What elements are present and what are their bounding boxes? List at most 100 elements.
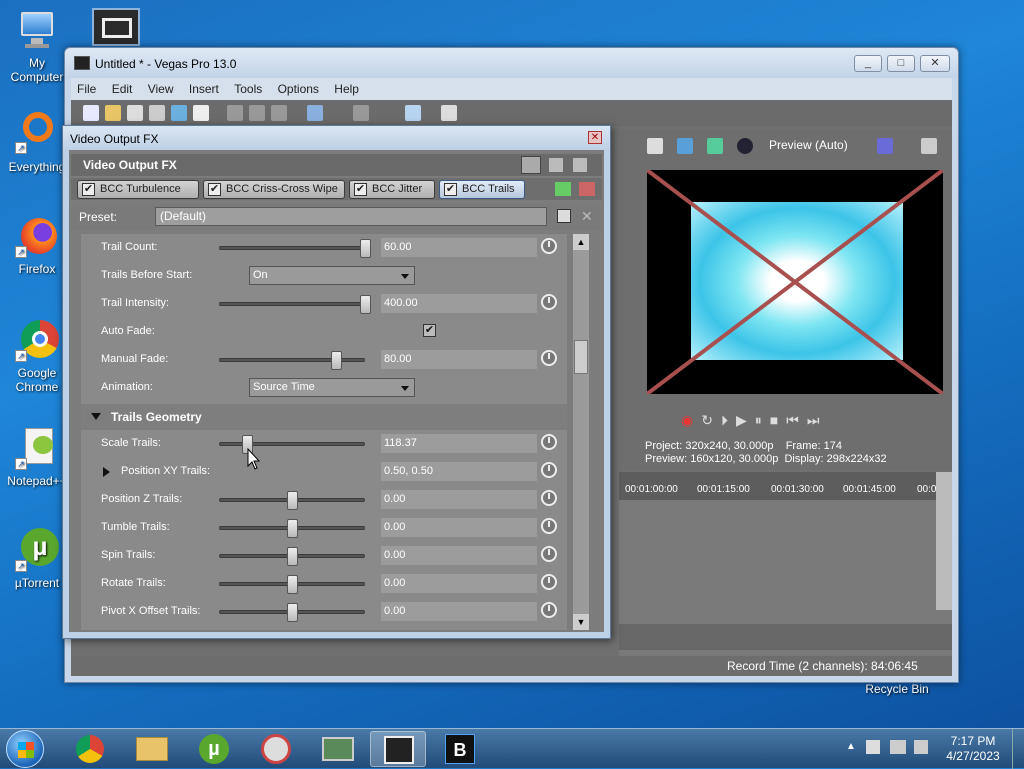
expand-triangle-icon[interactable] [103,467,110,477]
spin-trails-slider[interactable] [219,547,365,566]
trail-intensity-slider[interactable] [219,295,371,314]
keyframe-clock-icon[interactable] [541,462,557,478]
action-center-icon[interactable] [866,740,880,754]
preview-quality-dropdown[interactable]: Preview (Auto) [769,138,848,152]
open-icon[interactable] [105,105,121,121]
volume-icon[interactable] [914,740,928,754]
trails-before-start-dropdown[interactable]: On [249,266,415,285]
plugin-enable-checkbox[interactable]: ✔ [444,183,457,196]
play-from-start-icon[interactable]: ⏵ [721,412,736,428]
single-view-icon[interactable] [521,156,541,174]
position-xy-trails-value[interactable]: 0.50, 0.50 [381,462,537,481]
pause-icon[interactable]: ⏸ [755,412,770,428]
vegas-titlebar[interactable]: Untitled * - Vegas Pro 13.0 _ □ ✕ [65,48,958,78]
keyframe-clock-icon[interactable] [541,546,557,562]
plugin-bcc-turbulence[interactable]: ✔ BCC Turbulence [77,180,199,199]
trail-intensity-value[interactable]: 400.00 [381,294,537,313]
menu-tools[interactable]: Tools [228,78,268,100]
scale-trails-slider[interactable] [219,435,365,454]
video-fx-icon[interactable] [707,138,723,154]
render-icon[interactable] [171,105,187,121]
timeline-ruler[interactable]: 00:01:00:00 00:01:15:00 00:01:30:00 00:0… [619,472,936,500]
keyframe-clock-icon[interactable] [541,294,557,310]
slider-thumb[interactable] [331,351,342,370]
taskbar-utorrent[interactable]: µ [186,731,242,767]
loop-icon[interactable]: ↻ [701,412,721,428]
undo-icon[interactable] [307,105,323,121]
menu-edit[interactable]: Edit [106,78,139,100]
plugin-chain-icon[interactable] [555,182,571,196]
keyframe-clock-icon[interactable] [541,574,557,590]
system-clock[interactable]: 7:17 PM 4/27/2023 [938,734,1008,764]
vegas-desktop-icon[interactable] [92,8,140,46]
taskbar-app-4[interactable] [248,731,304,767]
cut-icon[interactable] [227,105,243,121]
maximize-button[interactable]: □ [887,55,915,72]
play-icon[interactable]: ▶ [736,412,755,428]
collapse-triangle-icon[interactable] [91,413,101,420]
slider-thumb[interactable] [360,295,371,314]
save-as-icon[interactable] [149,105,165,121]
desktop-icon-google-chrome[interactable]: ↗ Google Chrome [4,318,70,394]
record-icon[interactable]: ◉ [681,412,701,428]
save-preset-icon[interactable] [557,209,571,223]
desktop-icon-firefox[interactable]: ↗ Firefox [4,214,70,276]
desktop-icon-utorrent[interactable]: µ ↗ µTorrent [4,528,70,590]
save-icon[interactable] [127,105,143,121]
position-z-trails-value[interactable]: 0.00 [381,490,537,509]
slider-thumb[interactable] [287,575,298,594]
scroll-down-arrow-icon[interactable]: ▼ [573,614,589,630]
delete-preset-icon[interactable]: ✕ [581,209,595,223]
stop-icon[interactable]: ■ [770,412,786,428]
split-view-icon[interactable] [549,158,563,172]
plugin-enable-checkbox[interactable]: ✔ [208,183,221,196]
pivot-x-offset-trails-value[interactable]: 0.00 [381,602,537,621]
keyframe-clock-icon[interactable] [541,490,557,506]
manual-fade-value[interactable]: 80.00 [381,350,537,369]
whats-this-icon[interactable] [441,105,457,121]
grid-view-icon[interactable] [573,158,587,172]
taskbar-app-5[interactable] [310,731,366,767]
tumble-trails-slider[interactable] [219,519,365,538]
taskbar-explorer[interactable] [124,731,180,767]
copy-snapshot-icon[interactable] [921,138,937,154]
plugin-enable-checkbox[interactable]: ✔ [82,183,95,196]
keyframe-clock-icon[interactable] [541,518,557,534]
auto-fade-checkbox[interactable]: ✔ [423,324,436,337]
menu-options[interactable]: Options [272,78,325,100]
parameter-scrollbar[interactable]: ▲ ▼ [573,234,589,630]
network-icon[interactable] [890,740,906,754]
slider-thumb[interactable] [287,491,298,510]
pivot-x-offset-trails-slider[interactable] [219,603,365,622]
preview-properties-icon[interactable] [647,138,663,154]
keyframe-clock-icon[interactable] [541,350,557,366]
desktop-icon-recycle-bin[interactable]: Recycle Bin [862,682,932,696]
timeline-area[interactable]: 00:01:00:00 00:01:15:00 00:01:30:00 00:0… [619,472,952,672]
start-button[interactable] [6,730,44,768]
taskbar-boris-update[interactable]: B [432,731,488,767]
copy-icon[interactable] [249,105,265,121]
show-desktop-button[interactable] [1012,729,1024,769]
redo-icon[interactable] [353,105,369,121]
close-button[interactable]: ✕ [920,55,950,72]
trail-count-value[interactable]: 60.00 [381,238,537,257]
keyframe-clock-icon[interactable] [541,602,557,618]
scale-trails-value[interactable]: 118.37 [381,434,537,453]
scroll-up-arrow-icon[interactable]: ▲ [573,234,589,250]
tray-expand-icon[interactable]: ▲ [846,741,856,752]
keyframe-clock-icon[interactable] [541,238,557,254]
desktop-icon-my-computer[interactable]: My Computer [4,8,70,84]
fx-dialog-titlebar[interactable]: Video Output FX ✕ [63,126,610,150]
slider-thumb[interactable] [287,547,298,566]
fx-close-button[interactable]: ✕ [588,131,602,144]
slider-thumb[interactable] [287,519,298,538]
external-monitor-icon[interactable] [677,138,693,154]
preset-dropdown[interactable]: (Default) [155,207,547,226]
trail-count-slider[interactable] [219,239,371,258]
go-to-start-icon[interactable]: ⏮ [786,412,807,428]
new-icon[interactable] [83,105,99,121]
plugin-enable-checkbox[interactable]: ✔ [354,183,367,196]
rotate-trails-slider[interactable] [219,575,365,594]
taskbar-chrome[interactable] [62,731,118,767]
slider-thumb[interactable] [287,603,298,622]
